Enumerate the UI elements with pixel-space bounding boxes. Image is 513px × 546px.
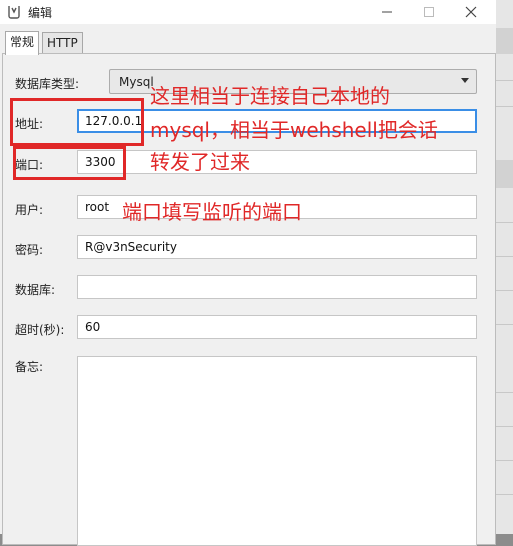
database-label: 数据库: bbox=[15, 283, 56, 297]
background-divider bbox=[496, 426, 513, 427]
minimize-button[interactable] bbox=[366, 0, 408, 24]
background-divider bbox=[496, 106, 513, 107]
notes-textarea[interactable] bbox=[77, 356, 477, 546]
background-window-edge bbox=[496, 0, 513, 534]
chevron-down-icon bbox=[461, 78, 469, 83]
app-icon bbox=[8, 6, 20, 19]
tab-http[interactable]: HTTP bbox=[42, 32, 83, 54]
background-divider bbox=[496, 392, 513, 393]
timeout-label: 超时(秒): bbox=[15, 323, 65, 337]
tab-general[interactable]: 常规 bbox=[5, 31, 40, 55]
db-type-value: Mysql bbox=[119, 75, 154, 89]
annotation-line-3: 转发了过来 bbox=[150, 150, 250, 174]
background-divider bbox=[496, 460, 513, 461]
password-input[interactable]: R@v3nSecurity bbox=[77, 235, 477, 259]
timeout-input[interactable]: 60 bbox=[77, 315, 477, 339]
database-input[interactable] bbox=[77, 275, 477, 299]
maximize-button[interactable] bbox=[408, 0, 450, 24]
close-icon bbox=[465, 6, 477, 18]
background-divider bbox=[496, 494, 513, 495]
background-divider bbox=[496, 256, 513, 257]
maximize-icon bbox=[424, 7, 434, 17]
notes-label: 备忘: bbox=[15, 360, 44, 374]
background-band bbox=[496, 28, 513, 54]
background-divider bbox=[496, 80, 513, 81]
close-button[interactable] bbox=[450, 0, 492, 24]
port-highlight-box bbox=[13, 146, 126, 180]
port-input[interactable]: 3300 bbox=[77, 150, 477, 174]
background-divider bbox=[496, 324, 513, 325]
background-divider bbox=[496, 290, 513, 291]
user-label: 用户: bbox=[15, 203, 44, 217]
background-band bbox=[496, 160, 513, 188]
annotation-line-2: mysql，相当于wehshell把会话 bbox=[150, 118, 438, 142]
annotation-port-note: 端口填写监听的端口 bbox=[122, 200, 302, 224]
annotation-line-1: 这里相当于连接自己本地的 bbox=[150, 84, 390, 108]
title-bar: 编辑 bbox=[0, 0, 496, 24]
window-title: 编辑 bbox=[28, 6, 53, 20]
minimize-icon bbox=[382, 11, 392, 13]
background-divider bbox=[496, 222, 513, 223]
password-label: 密码: bbox=[15, 243, 44, 257]
edit-dialog: 编辑 常规 HTTP 数据库类型: Mysql 地址: 127.0.0.1 端口… bbox=[0, 0, 496, 546]
address-highlight-box bbox=[10, 98, 144, 146]
db-type-label: 数据库类型: bbox=[15, 77, 80, 91]
